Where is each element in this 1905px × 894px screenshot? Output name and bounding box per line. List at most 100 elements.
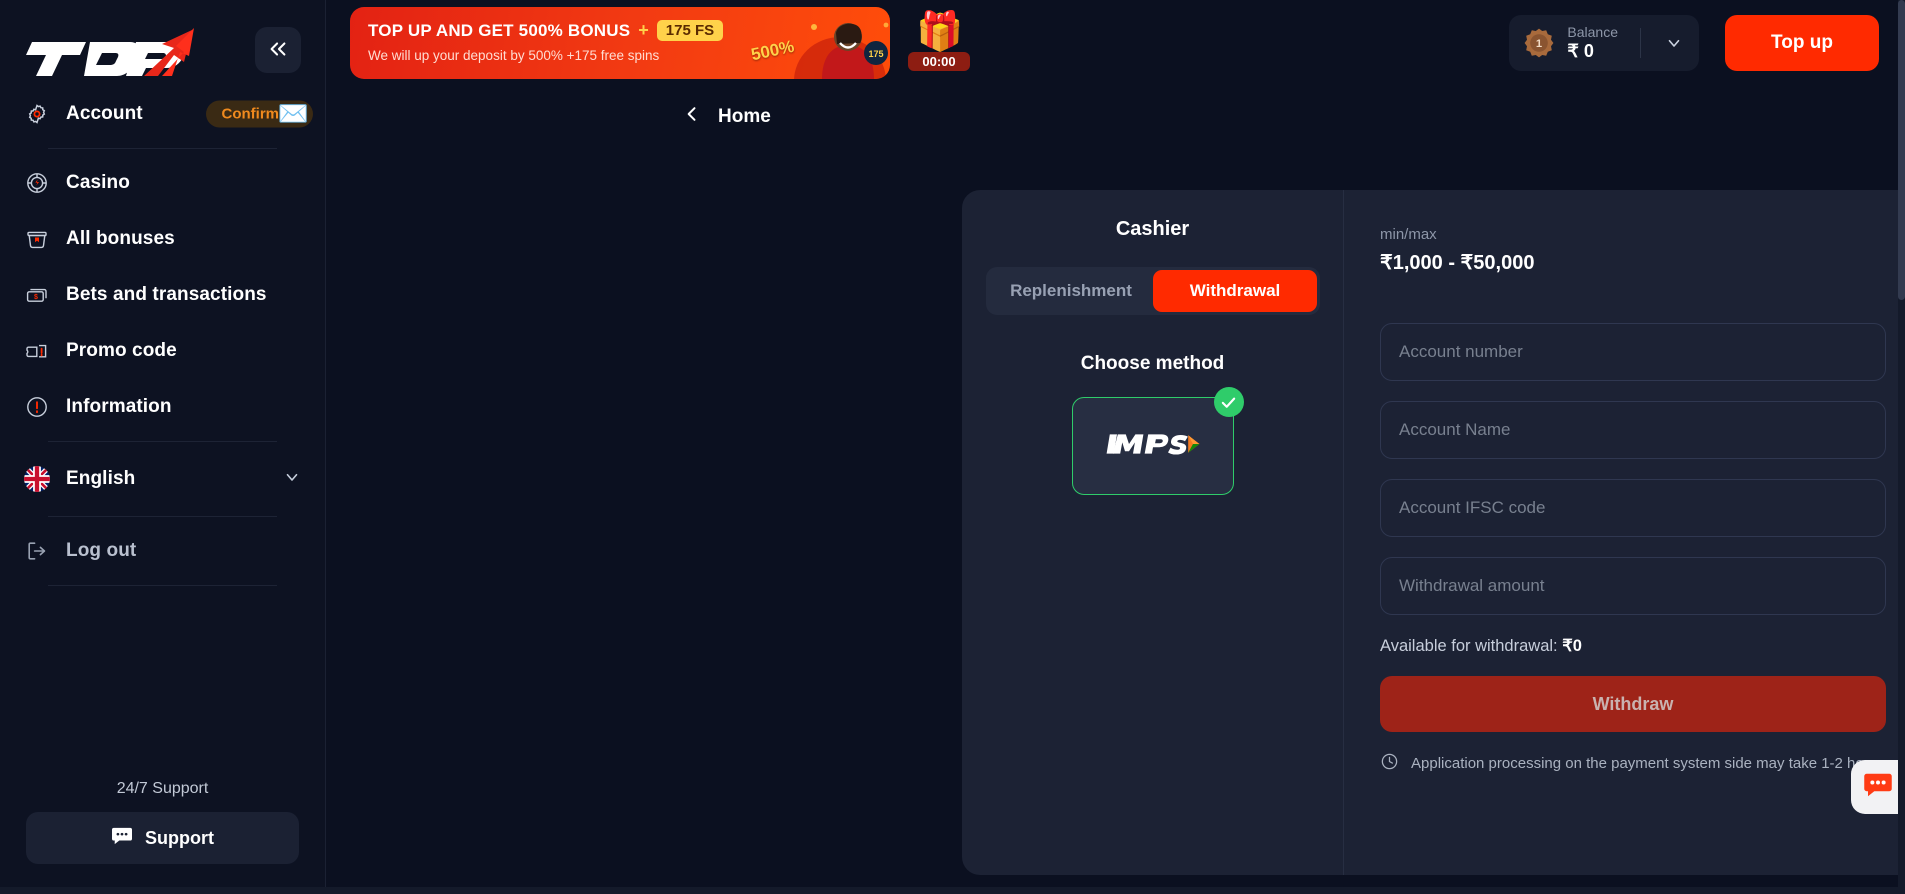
sidebar-header [0,0,325,86]
sidebar: Account Confirm ✉️ Casino All bonuses $ … [0,0,326,894]
chevrons-left-icon [267,38,289,63]
balance-label: Balance [1567,24,1618,40]
app-root: Account Confirm ✉️ Casino All bonuses $ … [0,0,1905,894]
available-value: ₹0 [1562,637,1582,655]
sidebar-collapse-button[interactable] [255,27,301,73]
sidebar-item-label: Casino [66,172,130,193]
promo-subtext: We will up your deposit by 500% +175 fre… [368,48,660,63]
support-button[interactable]: Support [26,812,299,864]
minmax-label: min/max [1380,226,1437,243]
cashier-tab-group: Replenishment Withdrawal [986,267,1320,315]
sidebar-item-label: Promo code [66,340,177,361]
balance-widget[interactable]: 1 Balance ₹ 0 [1509,15,1699,71]
tab-withdrawal[interactable]: Withdrawal [1153,270,1317,312]
account-name-input[interactable] [1380,401,1886,459]
balance-separator [1640,28,1641,58]
account-number-input[interactable] [1380,323,1886,381]
top-bar-right: 1 Balance ₹ 0 Top up [1509,15,1905,71]
balance-chevron-down-icon[interactable] [1653,34,1695,52]
promo-headline-row: TOP UP AND GET 500% BONUS + 175 FS [368,20,724,41]
method-card-imps[interactable] [1071,387,1244,495]
breadcrumb[interactable]: Home [682,104,771,129]
clock-icon [1380,752,1399,775]
sidebar-item-label: Log out [66,540,137,561]
main-content: TOP UP AND GET 500% BONUS + 175 FS We wi… [326,0,1905,894]
gear-icon [24,101,50,127]
promo-ticket-icon [24,338,50,364]
horizontal-scrollbar[interactable] [0,887,1905,894]
gift-basket-icon [24,226,50,252]
promo-banner[interactable]: TOP UP AND GET 500% BONUS + 175 FS We wi… [350,7,890,79]
sidebar-item-logout[interactable]: Log out [24,523,301,579]
processing-note: Application processing on the payment sy… [1380,752,1886,775]
method-list [986,387,1319,495]
chat-widget-button[interactable] [1851,760,1905,814]
top-up-button[interactable]: Top up [1725,15,1879,71]
support-title: 24/7 Support [116,780,209,797]
sidebar-item-account[interactable]: Account Confirm ✉️ [24,86,313,142]
language-label: English [66,468,136,489]
cashier-title: Cashier [1115,218,1190,240]
brand-logo[interactable] [24,22,196,78]
sidebar-item-label: Account [66,103,143,124]
vertical-scrollbar[interactable] [1898,0,1905,894]
sidebar-support-section: 24/7 Support Support [0,780,325,894]
breadcrumb-label: Home [718,105,771,127]
withdrawal-amount-input[interactable] [1380,557,1886,615]
promo-artwork: 175 500% [690,7,890,79]
info-alert-icon [24,394,50,420]
sidebar-item-bets-and-transactions[interactable]: $ Bets and transactions [24,267,301,323]
sidebar-divider-top [48,148,277,149]
level-coin-icon: 1 [1523,27,1555,59]
vertical-scrollbar-thumb[interactable] [1898,0,1905,300]
sidebar-item-promo-code[interactable]: Promo code [24,323,301,379]
available-label: Available for withdrawal: [1380,637,1558,655]
casino-chip-icon [24,170,50,196]
gift-timer-label: 00:00 [908,52,970,71]
svg-text:175: 175 [868,49,883,59]
envelope-icon: ✉️ [277,99,309,128]
balance-text: Balance ₹ 0 [1567,24,1618,62]
chat-dots-icon [1863,771,1893,804]
gift-timer-widget[interactable]: 🎁 00:00 [908,7,970,79]
processing-note-text: Application processing on the payment sy… [1411,755,1885,772]
account-ifsc-input[interactable] [1380,479,1886,537]
promo-headline: TOP UP AND GET 500% BONUS [368,20,631,40]
chevron-left-icon [682,104,702,129]
cashier-right-column: min/max ₹1,000 - ₹50,000 Available for w… [1344,190,1905,875]
sidebar-item-label: Bets and transactions [66,284,267,305]
support-button-label: Support [145,827,214,848]
sidebar-divider-bottom [48,585,277,586]
svg-text:$: $ [34,294,38,301]
check-circle-icon [1213,387,1244,417]
cashier-left-column: Cashier Replenishment Withdrawal Choose … [962,190,1344,875]
sidebar-item-information[interactable]: Information [24,379,301,435]
sidebar-item-label: Information [66,396,172,417]
promo-banner-text: TOP UP AND GET 500% BONUS + 175 FS We wi… [368,20,724,63]
language-selector[interactable]: English [24,448,301,510]
cashier-panel: Cashier Replenishment Withdrawal Choose … [962,190,1905,875]
promo-plus: + [638,20,649,40]
sidebar-item-casino[interactable]: Casino [24,155,301,211]
chat-bubble-icon [111,826,133,851]
svg-text:1: 1 [1536,38,1542,50]
choose-method-title: Choose method [1080,353,1225,374]
logout-icon [24,538,50,564]
tab-replenishment[interactable]: Replenishment [989,270,1153,312]
account-confirm-badge[interactable]: Confirm ✉️ [205,99,313,128]
withdraw-button[interactable]: Withdraw [1380,676,1886,732]
sidebar-item-all-bonuses[interactable]: All bonuses [24,211,301,267]
imps-logo-icon [1105,431,1201,462]
balance-value: ₹ 0 [1567,41,1594,61]
sidebar-nav: Account Confirm ✉️ Casino All bonuses $ … [0,86,325,592]
sidebar-item-label: All bonuses [66,228,175,249]
uk-flag-icon [24,466,50,492]
available-for-withdrawal: Available for withdrawal: ₹0 [1380,636,1886,656]
sidebar-divider-logout-top [48,516,277,517]
minmax-value: ₹1,000 - ₹50,000 [1380,252,1535,274]
gift-box-icon: 🎁 [916,11,964,53]
money-cards-icon: $ [24,282,50,308]
top-bar: TOP UP AND GET 500% BONUS + 175 FS We wi… [326,0,1905,86]
chevron-down-icon [283,468,301,491]
